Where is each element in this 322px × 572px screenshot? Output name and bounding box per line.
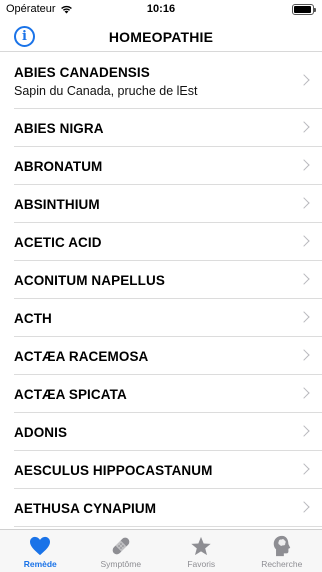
battery-icon (292, 4, 316, 15)
list-item[interactable]: ABSINTHIUM (14, 185, 322, 223)
chevron-right-icon (298, 272, 310, 285)
list-item[interactable]: AESCULUS HIPPOCASTANUM (14, 451, 322, 489)
remedy-name: ABSINTHIUM (14, 197, 100, 212)
chevron-right-icon (298, 234, 310, 247)
chevron-right-icon (298, 158, 310, 171)
heart-icon (28, 535, 52, 557)
navigation-bar: i HOMEOPATHIE (0, 22, 322, 52)
tab-label: Favoris (187, 559, 216, 569)
list-item[interactable]: ACTH (14, 299, 322, 337)
list-item[interactable]: ACTÆA SPICATA (14, 375, 322, 413)
chevron-right-icon (298, 196, 310, 209)
tab-1[interactable]: Symptôme (81, 530, 162, 572)
chevron-right-icon (298, 348, 310, 361)
list-item[interactable]: ABRONATUM (14, 147, 322, 185)
page-title: HOMEOPATHIE (108, 29, 214, 45)
chevron-right-icon (298, 424, 310, 437)
tab-2[interactable]: Favoris (161, 530, 242, 572)
remedy-name: ACTH (14, 311, 52, 326)
tab-label: Symptôme (100, 559, 142, 569)
list-item[interactable]: ABIES CANADENSIS Sapin du Canada, pruche … (14, 53, 322, 109)
remedy-name: ACONITUM NAPELLUS (14, 273, 165, 288)
list-item[interactable]: ACETIC ACID (14, 223, 322, 261)
remedy-name: AETHUSA CYNAPIUM (14, 501, 157, 516)
list-item[interactable]: ACTÆA RACEMOSA (14, 337, 322, 375)
tab-label: Remède (23, 559, 57, 569)
tab-0[interactable]: Remède (0, 530, 81, 572)
remedy-name: ABIES NIGRA (14, 121, 104, 136)
remedy-name: AESCULUS HIPPOCASTANUM (14, 463, 213, 478)
brain-head-icon (270, 535, 294, 557)
list-item[interactable]: AETHUSA CYNAPIUM (14, 489, 322, 527)
remedy-name: ABIES CANADENSIS (14, 65, 150, 80)
star-icon (189, 535, 213, 557)
chevron-right-icon (298, 386, 310, 399)
remedy-name: ABRONATUM (14, 159, 103, 174)
bandage-icon (109, 535, 133, 557)
remedy-common-name: Sapin du Canada, pruche de lEst (14, 84, 198, 98)
chevron-right-icon (298, 500, 310, 513)
tab-3[interactable]: Recherche (242, 530, 322, 572)
chevron-right-icon (298, 462, 310, 475)
chevron-right-icon (298, 73, 310, 86)
list-item[interactable]: ADONIS (14, 413, 322, 451)
battery-level (294, 6, 312, 13)
status-bar: Opérateur 10:16 (0, 0, 322, 20)
remedy-name: ADONIS (14, 425, 68, 440)
remedy-name: ACTÆA SPICATA (14, 387, 127, 402)
status-time: 10:16 (146, 3, 176, 15)
tab-bar: Remède Symptôme Favoris Recherche (0, 529, 322, 572)
tab-label: Recherche (261, 559, 303, 569)
remedy-name: ACTÆA RACEMOSA (14, 349, 149, 364)
chevron-right-icon (298, 120, 310, 133)
chevron-right-icon (298, 310, 310, 323)
remedy-name: ACETIC ACID (14, 235, 102, 250)
list-item[interactable]: ABIES NIGRA (14, 109, 322, 147)
remedy-list[interactable]: ABIES CANADENSIS Sapin du Canada, pruche … (0, 53, 322, 529)
list-item[interactable]: ACONITUM NAPELLUS (14, 261, 322, 299)
